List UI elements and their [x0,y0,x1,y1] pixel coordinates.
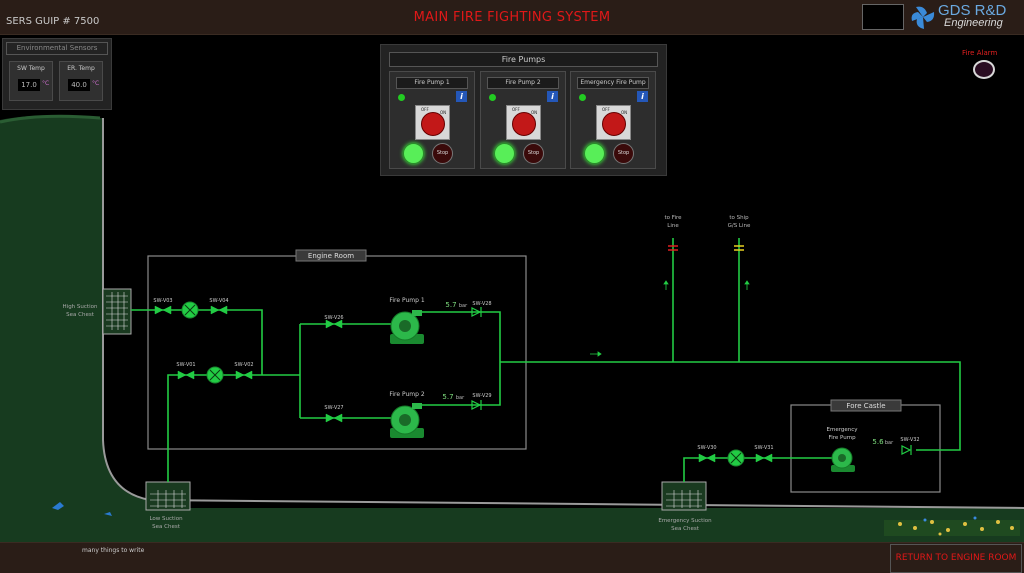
svg-text:bar: bar [885,440,894,446]
svg-text:SW-V26: SW-V26 [324,315,343,321]
emergency-fire-pump-card: Emergency Fire Pump i OFF ON Stop [570,71,656,169]
valve-sw-v26 [325,319,343,329]
strainer-low [206,366,224,384]
environmental-sensors-panel: Environmental Sensors SW Temp 17.0 °C ER… [2,38,112,110]
info-icon[interactable]: i [637,91,648,102]
sw-temp-value: 17.0 [18,79,40,91]
svg-text:SW-V03: SW-V03 [153,298,172,304]
svg-text:bar: bar [456,395,465,401]
er-temp-value: 40.0 [68,79,90,91]
low-suction-sea-chest [145,481,191,511]
svg-text:bar: bar [459,303,468,309]
svg-text:SW-V01: SW-V01 [176,362,195,368]
stop-button[interactable]: Stop [432,143,453,164]
er-temp-gauge: ER. Temp 40.0 °C [59,61,103,101]
strainer-high [181,301,199,319]
svg-text:SW-V31: SW-V31 [754,445,773,451]
return-to-engine-room-button[interactable]: RETURN TO ENGINE ROOM [890,544,1022,573]
logo-subtext: Engineering [944,17,1003,29]
engine-room-label: Engine Room [308,252,354,260]
start-button[interactable] [403,143,424,164]
company-logo: GDS R&D Engineering [908,2,1022,32]
check-valve-sw-v32 [901,445,912,455]
svg-text:Low Suction: Low Suction [149,516,183,522]
svg-text:SW-V29: SW-V29 [472,393,491,399]
valve-sw-v02 [235,370,253,380]
fire-pump-1-card: Fire Pump 1 i OFF ON Stop [389,71,475,169]
env-panel-title: Environmental Sensors [6,42,108,55]
fire-pump-2-symbol [390,403,424,438]
stop-button[interactable]: Stop [613,143,634,164]
valve-sw-v30 [698,453,716,463]
status-led [579,94,586,101]
svg-text:Fire Pump 1: Fire Pump 1 [389,297,424,304]
pump2-pressure: 5.7 [442,393,453,401]
svg-text:Fire Pump 2: Fire Pump 2 [389,391,424,398]
svg-text:Sea Chest: Sea Chest [671,526,700,532]
svg-text:SW-V30: SW-V30 [697,445,716,451]
valve-sw-v31 [755,453,773,463]
engine-room-box [147,255,527,450]
strainer-emergency [727,449,745,467]
sw-temp-gauge: SW Temp 17.0 °C [9,61,53,101]
fire-alarm-button[interactable] [973,60,995,79]
svg-text:Fire Pump: Fire Pump [828,435,856,441]
emergency-suction-sea-chest [661,481,707,511]
svg-text:High Suction: High Suction [63,304,98,310]
info-icon[interactable]: i [547,91,558,102]
svg-text:Emergency: Emergency [826,427,858,433]
status-led [398,94,405,101]
svg-text:SW-V32: SW-V32 [900,437,919,443]
valve-sw-v27 [325,413,343,423]
logo-swirl-icon [911,6,935,29]
hull-sea-area [0,115,1024,542]
stop-button[interactable]: Stop [523,143,544,164]
fore-castle-label: Fore Castle [846,402,885,410]
fire-alarm-label: Fire Alarm [962,49,998,57]
info-icon[interactable]: i [456,91,467,102]
status-display [862,4,904,30]
selector-switch[interactable]: OFF ON [596,105,631,140]
svg-text:to Ship: to Ship [729,215,749,221]
valve-sw-v01 [177,370,195,380]
selector-knob-icon [602,112,626,136]
svg-text:to Fire: to Fire [664,215,682,221]
fore-castle-box [790,404,941,493]
svg-text:Line: Line [667,223,679,229]
fire-pumps-panel: Fire Pumps Fire Pump 1 i OFF ON Stop Fir… [380,44,667,176]
svg-text:SW-V02: SW-V02 [234,362,253,368]
footer-note: many things to write [82,547,145,554]
selector-knob-icon [512,112,536,136]
svg-text:Sea Chest: Sea Chest [152,524,181,530]
pipes [131,238,961,482]
start-button[interactable] [494,143,515,164]
selector-switch[interactable]: OFF ON [506,105,541,140]
svg-text:Sea Chest: Sea Chest [66,312,95,318]
svg-text:SW-V04: SW-V04 [209,298,228,304]
fire-pump-2-card: Fire Pump 2 i OFF ON Stop [480,71,566,169]
svg-text:Emergency Suction: Emergency Suction [658,518,712,524]
selector-knob-icon [421,112,445,136]
valve-sw-v03 [154,305,172,315]
svg-text:G/S Line: G/S Line [728,223,751,229]
svg-text:SW-V27: SW-V27 [324,405,343,411]
status-led [489,94,496,101]
selector-switch[interactable]: OFF ON [415,105,450,140]
valve-sw-v04 [210,305,228,315]
pump1-pressure: 5.7 [445,301,456,309]
emergency-fire-pump-symbol [831,447,855,472]
fire-pump-1-symbol [390,310,424,344]
high-suction-sea-chest [102,288,132,335]
start-button[interactable] [584,143,605,164]
emergency-pump-pressure: 5.6 [872,438,884,446]
bottom-bar: many things to write [0,542,1024,573]
fire-pumps-title: Fire Pumps [389,52,658,67]
svg-text:SW-V28: SW-V28 [472,301,491,307]
